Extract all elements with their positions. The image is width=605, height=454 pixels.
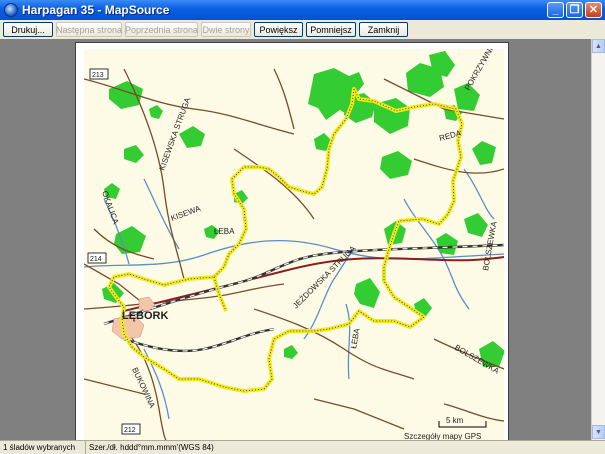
title-bar: Harpagan 35 - MapSource _ ❐ ✕: [0, 0, 605, 20]
zoom-out-button[interactable]: Pomniejsz: [306, 22, 356, 37]
next-page-button[interactable]: Następna strona: [56, 22, 122, 37]
vertical-scrollbar[interactable]: ▲ ▼: [591, 39, 605, 440]
print-button[interactable]: Drukuj...: [3, 22, 53, 37]
scroll-up-arrow-icon[interactable]: ▲: [592, 39, 605, 53]
zoom-in-button[interactable]: Powiększ: [254, 22, 303, 37]
print-page: 213 214 212 LĘBORK KISEWSKA STRUGA KISEW…: [75, 42, 509, 440]
maximize-button[interactable]: ❐: [566, 2, 583, 18]
road-number-213: 213: [92, 72, 104, 79]
status-bar: 1 śladów wybranych Szer./dł. hddd°mm.mmm…: [0, 440, 605, 454]
map-canvas: 213 214 212 LĘBORK KISEWSKA STRUGA KISEW…: [84, 49, 504, 440]
road-number-214: 214: [90, 256, 102, 263]
status-selection: 1 śladów wybranych: [0, 441, 86, 454]
print-preview-toolbar: Drukuj... Następna strona Poprzednia str…: [0, 20, 605, 39]
previous-page-button[interactable]: Poprzednia strona: [125, 22, 198, 37]
map-footer-text: Szczegóły mapy GPS: [404, 432, 481, 440]
close-window-button[interactable]: ✕: [585, 2, 602, 18]
map-view: 213 214 212 LĘBORK KISEWSKA STRUGA KISEW…: [84, 49, 504, 440]
two-pages-button[interactable]: Dwie strony: [201, 22, 251, 37]
road-number-212: 212: [124, 427, 136, 434]
close-preview-button[interactable]: Zamknij: [359, 22, 408, 37]
minimize-button[interactable]: _: [547, 2, 564, 18]
scale-label: 5 km: [446, 416, 464, 425]
window-title: Harpagan 35 - MapSource: [22, 3, 170, 17]
label-leba-river: ŁEBA: [214, 227, 235, 236]
status-coords-format: Szer./dł. hddd°mm.mmm'(WGS 84): [89, 443, 214, 452]
preview-area[interactable]: 213 214 212 LĘBORK KISEWSKA STRUGA KISEW…: [0, 39, 591, 440]
app-globe-icon: [4, 3, 18, 17]
scroll-down-arrow-icon[interactable]: ▼: [592, 425, 605, 439]
city-label: LĘBORK: [122, 310, 169, 322]
